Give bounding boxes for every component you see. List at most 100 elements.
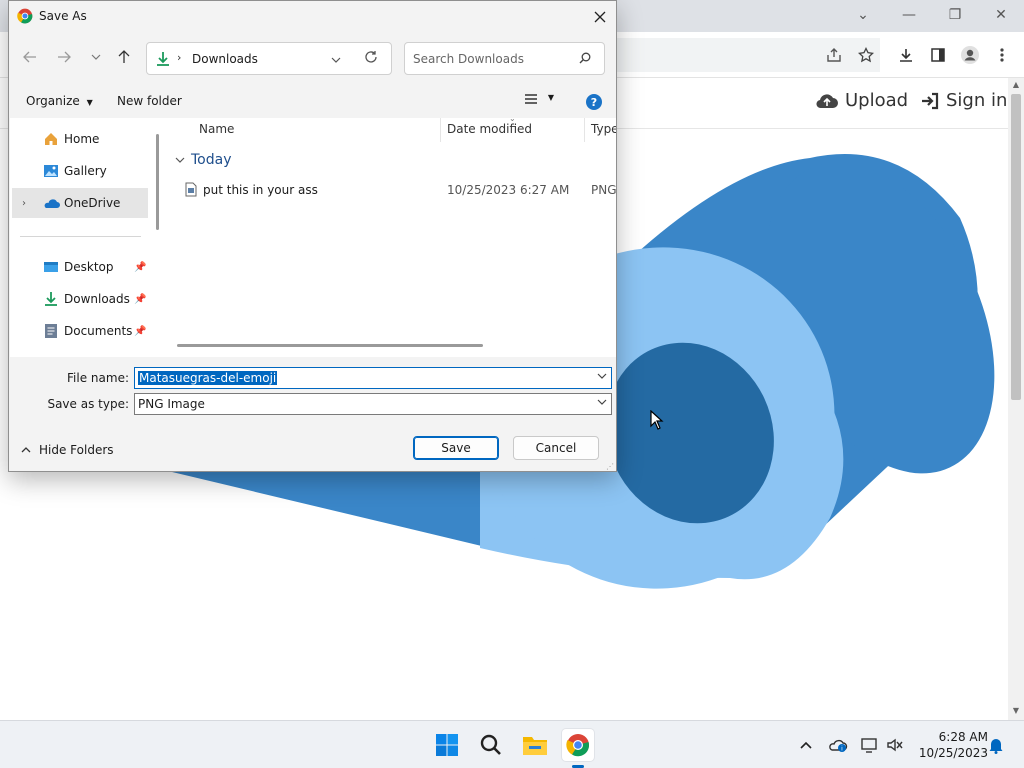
search-icon[interactable]	[579, 52, 591, 67]
save-type-dropdown-icon[interactable]	[597, 397, 607, 408]
volume-muted-icon[interactable]	[885, 735, 905, 755]
list-view-icon	[525, 94, 537, 104]
column-header-name[interactable]: Name	[199, 122, 234, 136]
path-breadcrumb-bar[interactable]: › Downloads	[146, 42, 392, 75]
search-downloads-box[interactable]: Search Downloads	[404, 42, 605, 75]
start-button[interactable]	[431, 729, 463, 761]
expand-chevron-icon[interactable]: ›	[22, 198, 26, 209]
nav-item-desktop[interactable]: Desktop 📌	[12, 252, 148, 282]
svg-text:?: ?	[591, 96, 597, 109]
share-icon[interactable]	[823, 44, 845, 66]
gallery-icon	[42, 162, 60, 180]
nav-item-documents[interactable]: Documents 📌	[12, 316, 148, 346]
notification-bell-icon[interactable]	[986, 735, 1006, 755]
nav-item-downloads[interactable]: Downloads 📌	[12, 284, 148, 314]
taskbar: i 6:28 AM 10/25/2023	[0, 720, 1024, 768]
save-form: File name: Matasuegras-del-emoji Save as…	[9, 357, 616, 419]
refresh-icon[interactable]	[364, 50, 378, 67]
nav-item-onedrive[interactable]: › OneDrive	[12, 188, 148, 218]
more-menu-icon[interactable]	[991, 44, 1013, 66]
save-as-type-value: PNG Image	[138, 397, 205, 411]
page-scrollbar[interactable]: ▲ ▼	[1008, 78, 1024, 720]
column-header-type[interactable]: Type	[591, 122, 616, 136]
chrome-taskbar-button[interactable]	[562, 729, 594, 761]
file-name-dropdown-icon[interactable]	[597, 371, 607, 382]
search-icon	[480, 734, 501, 755]
page-scroll-thumb[interactable]	[1011, 94, 1021, 400]
onedrive-tray-icon[interactable]: i	[828, 735, 848, 755]
minimize-button[interactable]: —	[895, 4, 923, 26]
clock-time: 6:28 AM	[938, 730, 988, 744]
close-window-button[interactable]: ✕	[987, 4, 1015, 26]
file-name: put this in your ass	[203, 183, 318, 197]
view-dropdown-icon: ▼	[547, 93, 554, 102]
file-list-hscroll-thumb[interactable]	[177, 344, 483, 347]
close-icon	[594, 11, 606, 23]
profile-avatar-icon[interactable]	[959, 44, 981, 66]
up-arrow-icon[interactable]	[113, 46, 135, 68]
column-divider[interactable]	[440, 118, 441, 142]
image-file-icon	[185, 182, 197, 197]
dialog-close-button[interactable]	[585, 3, 615, 31]
group-header-label: Today	[191, 152, 232, 168]
network-display-icon[interactable]	[860, 735, 880, 755]
windows-logo-icon	[436, 734, 458, 756]
resize-grip-icon[interactable]: ⋰	[606, 462, 614, 471]
recent-locations-chevron-icon[interactable]	[85, 46, 107, 68]
organize-label: Organize	[26, 94, 80, 108]
nav-item-gallery[interactable]: Gallery	[12, 156, 148, 186]
dialog-content-area: Home Gallery › OneDrive Desktop 📌 Downlo…	[10, 118, 616, 357]
downloads-icon	[42, 290, 60, 308]
view-options-button[interactable]: ▼	[524, 93, 554, 108]
save-as-dialog: Save As › Downloads Search Downloads Org…	[8, 0, 617, 472]
new-folder-button[interactable]: New folder	[117, 94, 182, 108]
pin-icon[interactable]: 📌	[134, 326, 146, 337]
upload-link[interactable]: Upload	[815, 90, 908, 111]
nav-item-label: Documents	[64, 324, 133, 338]
save-as-type-select[interactable]: PNG Image	[134, 393, 612, 415]
breadcrumb-separator-icon: ›	[177, 51, 182, 64]
system-clock[interactable]: 6:28 AM 10/25/2023	[914, 729, 988, 761]
scroll-down-arrow-icon[interactable]: ▼	[1011, 706, 1021, 716]
breadcrumb-folder[interactable]: Downloads	[192, 52, 258, 66]
organize-button[interactable]: Organize ▼	[26, 94, 93, 108]
clock-date: 10/25/2023	[918, 746, 988, 760]
upload-label: Upload	[845, 90, 909, 111]
file-name-input[interactable]: Matasuegras-del-emoji	[134, 367, 612, 389]
save-button[interactable]: Save	[413, 436, 499, 460]
nav-pane-scroll-thumb[interactable]	[156, 134, 159, 230]
scroll-up-arrow-icon[interactable]: ▲	[1011, 80, 1021, 90]
column-divider[interactable]	[584, 118, 585, 142]
group-header-today[interactable]: Today	[175, 152, 232, 168]
file-name-value: Matasuegras-del-emoji	[138, 371, 278, 385]
help-button[interactable]: ?	[585, 93, 603, 114]
dialog-titlebar[interactable]: Save As	[9, 1, 616, 32]
chrome-icon	[566, 734, 590, 757]
nav-item-home[interactable]: Home	[12, 124, 148, 154]
cancel-button[interactable]: Cancel	[513, 436, 599, 460]
column-header-date[interactable]: Date modified	[447, 122, 532, 136]
file-row[interactable]: put this in your ass 10/25/2023 6:27 AM …	[185, 180, 616, 202]
nav-item-label: Gallery	[64, 164, 107, 178]
desktop-icon	[42, 258, 60, 276]
back-arrow-icon[interactable]	[19, 46, 41, 68]
side-panel-icon[interactable]	[927, 44, 949, 66]
help-icon: ?	[586, 94, 602, 110]
file-explorer-taskbar-button[interactable]	[519, 729, 551, 761]
forward-arrow-icon[interactable]	[53, 46, 75, 68]
pin-icon[interactable]: 📌	[134, 294, 146, 305]
download-icon[interactable]	[895, 44, 917, 66]
search-taskbar-button[interactable]	[475, 729, 507, 761]
bookmark-star-icon[interactable]	[855, 44, 877, 66]
tab-search-chevron-icon[interactable]: ⌄	[849, 4, 877, 26]
hide-folders-button[interactable]: Hide Folders	[21, 443, 114, 457]
mouse-cursor-icon	[650, 410, 664, 430]
pin-icon[interactable]: 📌	[134, 262, 146, 273]
sign-in-link[interactable]: Sign in	[920, 90, 1007, 111]
path-history-chevron-icon[interactable]	[331, 52, 341, 66]
tray-overflow-chevron-icon[interactable]	[796, 735, 816, 755]
documents-icon	[42, 322, 60, 340]
home-icon	[42, 130, 60, 148]
restore-button[interactable]: ❐	[941, 4, 969, 26]
downloads-icon	[157, 52, 169, 66]
